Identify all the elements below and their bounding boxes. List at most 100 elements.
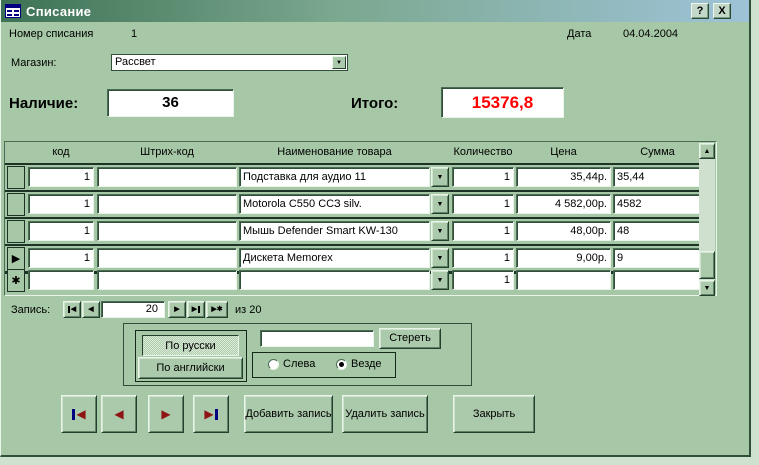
row-selector[interactable] bbox=[7, 166, 25, 189]
close-form-button[interactable]: Закрыть bbox=[453, 395, 535, 433]
date-label: Дата bbox=[567, 28, 591, 40]
qty-field[interactable]: 1 bbox=[452, 194, 514, 214]
new-record-marker[interactable]: ✱ bbox=[7, 269, 25, 292]
goto-first-button[interactable]: ◀ bbox=[61, 395, 97, 433]
col-header-qty: Количество bbox=[452, 146, 514, 158]
qty-field[interactable]: 1 bbox=[452, 167, 514, 187]
kod-field[interactable]: 1 bbox=[28, 194, 94, 214]
goto-last-button[interactable]: ▶ bbox=[193, 395, 229, 433]
chevron-down-icon[interactable]: ▼ bbox=[431, 270, 449, 290]
kod-field[interactable]: 1 bbox=[28, 221, 94, 241]
name-field[interactable]: Дискета Memorex bbox=[239, 248, 430, 268]
number-label: Номер списания bbox=[9, 28, 93, 40]
window-title: Списание bbox=[26, 4, 91, 19]
russian-layout-button[interactable]: По русски bbox=[142, 335, 239, 356]
first-record-button[interactable]: ◀ bbox=[63, 301, 81, 318]
radio-everywhere[interactable]: Везде bbox=[336, 358, 382, 370]
sum-field[interactable]: 35,44 bbox=[613, 167, 702, 187]
name-field[interactable]: Подставка для аудио 11 bbox=[239, 167, 430, 187]
col-header-sum: Сумма bbox=[613, 146, 702, 158]
row-selector[interactable] bbox=[7, 193, 25, 216]
radio-left[interactable]: Слева bbox=[268, 358, 315, 370]
clear-button[interactable]: Стереть bbox=[379, 328, 441, 349]
form-icon bbox=[5, 4, 21, 18]
chevron-down-icon[interactable]: ▼ bbox=[332, 56, 346, 69]
shtrih-field[interactable] bbox=[97, 194, 237, 214]
chevron-down-icon[interactable]: ▼ bbox=[431, 221, 449, 241]
chevron-down-icon[interactable]: ▼ bbox=[431, 194, 449, 214]
arrow-left-icon: ◀ bbox=[114, 408, 123, 420]
table-scrollbar[interactable]: ▲ ▼ bbox=[699, 143, 715, 296]
radio-left-circle[interactable] bbox=[268, 359, 279, 370]
english-layout-button[interactable]: По английски bbox=[138, 357, 243, 379]
table-row: 1 Подставка для аудио 11 ▼ 1 35,44р. 35,… bbox=[5, 165, 700, 190]
goto-previous-button[interactable]: ◀ bbox=[101, 395, 137, 433]
price-field[interactable]: 35,44р. bbox=[516, 167, 611, 187]
sum-field[interactable]: 4582 bbox=[613, 194, 702, 214]
arrow-right-icon: ▶ bbox=[204, 408, 213, 420]
qty-field[interactable]: 1 bbox=[452, 221, 514, 241]
row-selector[interactable] bbox=[7, 220, 25, 243]
radio-everywhere-label: Везде bbox=[351, 358, 382, 370]
name-field[interactable]: Motorola C550 ССЗ silv. bbox=[239, 194, 430, 214]
table-row: 1 Мышь Defender Smart KW-130 ▼ 1 48,00р.… bbox=[5, 219, 700, 244]
price-field[interactable]: 4 582,00р. bbox=[516, 194, 611, 214]
col-header-price: Цена bbox=[516, 146, 611, 158]
current-record-marker[interactable]: ▶ bbox=[7, 247, 25, 270]
store-combobox[interactable]: Рассвет ▼ bbox=[111, 54, 348, 71]
last-record-button[interactable]: ▶ bbox=[187, 301, 205, 318]
new-record-button[interactable]: ▶✱ bbox=[206, 301, 228, 318]
col-header-name: Наименование товара bbox=[239, 146, 430, 158]
price-field[interactable]: 48,00р. bbox=[516, 221, 611, 241]
goto-next-button[interactable]: ▶ bbox=[148, 395, 184, 433]
add-record-button[interactable]: Добавить запись bbox=[244, 395, 333, 433]
store-combobox-value: Рассвет bbox=[115, 56, 156, 68]
stock-label: Наличие: bbox=[9, 95, 78, 112]
sum-field[interactable]: 9 bbox=[613, 248, 702, 268]
previous-record-button[interactable]: ◀ bbox=[82, 301, 100, 318]
number-value: 1 bbox=[131, 28, 137, 40]
stock-value: 36 bbox=[162, 94, 179, 111]
arrow-left-icon: ◀ bbox=[76, 408, 85, 420]
scroll-up-icon[interactable]: ▲ bbox=[699, 143, 715, 159]
kod-field[interactable]: 1 bbox=[28, 248, 94, 268]
shtrih-field[interactable] bbox=[97, 221, 237, 241]
sum-field[interactable]: 48 bbox=[613, 221, 702, 241]
table-row: 1 Motorola C550 ССЗ silv. ▼ 1 4 582,00р.… bbox=[5, 192, 700, 217]
first-bar-icon bbox=[72, 409, 75, 420]
radio-everywhere-circle[interactable] bbox=[336, 359, 347, 370]
help-button[interactable]: ? bbox=[691, 3, 709, 19]
qty-field[interactable]: 1 bbox=[452, 270, 514, 290]
total-label: Итого: bbox=[351, 95, 398, 112]
next-record-button[interactable]: ▶ bbox=[168, 301, 186, 318]
last-bar-icon bbox=[215, 409, 218, 420]
kod-field[interactable]: 1 bbox=[28, 167, 94, 187]
shtrih-field[interactable] bbox=[97, 270, 237, 290]
store-label: Магазин: bbox=[11, 57, 57, 69]
scrollbar-thumb[interactable] bbox=[699, 251, 715, 279]
qty-field[interactable]: 1 bbox=[452, 248, 514, 268]
sum-field[interactable] bbox=[613, 270, 702, 290]
scroll-down-icon[interactable]: ▼ bbox=[699, 280, 715, 296]
search-mode-group: Слева Везде bbox=[252, 352, 396, 378]
shtrih-field[interactable] bbox=[97, 248, 237, 268]
title-bar: Списание ? X bbox=[1, 0, 749, 22]
date-value: 04.04.2004 bbox=[623, 28, 678, 40]
chevron-down-icon[interactable]: ▼ bbox=[431, 248, 449, 268]
price-field[interactable] bbox=[516, 270, 611, 290]
shtrih-field[interactable] bbox=[97, 167, 237, 187]
search-input[interactable] bbox=[260, 330, 374, 347]
price-field[interactable]: 9,00р. bbox=[516, 248, 611, 268]
record-number-input[interactable]: 20 bbox=[101, 301, 165, 318]
name-field[interactable] bbox=[239, 270, 430, 290]
form-window: Списание ? X Номер списания 1 Дата 04.04… bbox=[0, 0, 751, 457]
name-field[interactable]: Мышь Defender Smart KW-130 bbox=[239, 221, 430, 241]
language-group: По русски По английски bbox=[135, 330, 247, 382]
delete-record-button[interactable]: Удалить запись bbox=[342, 395, 428, 433]
chevron-down-icon[interactable]: ▼ bbox=[431, 167, 449, 187]
kod-field[interactable] bbox=[28, 270, 94, 290]
col-header-kod: код bbox=[28, 146, 94, 158]
close-icon[interactable]: X bbox=[713, 3, 731, 19]
record-nav-label: Запись: bbox=[11, 304, 50, 316]
total-value: 15376,8 bbox=[472, 93, 533, 112]
